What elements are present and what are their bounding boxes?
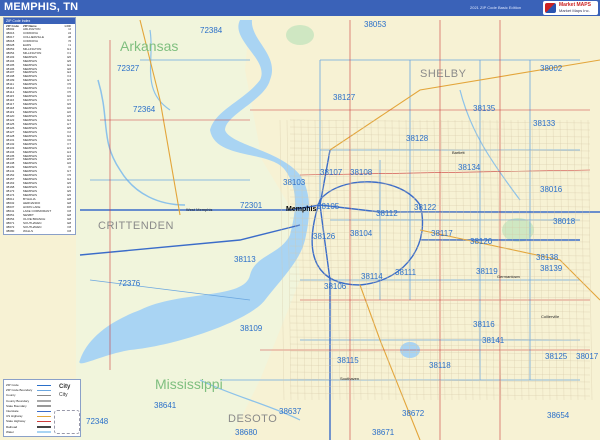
legend-item: Railroad — [6, 424, 18, 429]
zip-label: 38111 — [395, 268, 417, 277]
zip-label: 38120 — [470, 237, 493, 246]
county-label: DESOTO — [228, 413, 278, 425]
state-label: Arkansas — [120, 38, 179, 54]
zip-label: 38128 — [406, 134, 429, 143]
legend-swatch — [37, 400, 51, 402]
zip-index-panel: ZIP Code Index ZIP Code ZIP Name LOC 380… — [3, 17, 76, 235]
park — [502, 218, 534, 242]
zip-label: 38108 — [350, 168, 373, 177]
zip-label: 38126 — [313, 232, 336, 241]
index-rows: 38002 ARLINGTON I2 38016 CORDOVA J4 38017 COLLI… — [4, 27, 75, 235]
legend-swatch — [37, 415, 51, 418]
zip-label: 38134 — [458, 163, 481, 172]
zip-label: 38135 — [473, 104, 496, 113]
legend-swatch — [37, 426, 51, 428]
zip-label: 38017 — [576, 352, 599, 361]
zip-label: 38139 — [540, 264, 563, 273]
zip-label: 38109 — [240, 324, 263, 333]
legend-item: Interstate — [6, 409, 19, 413]
zip-label: 72348 — [86, 417, 109, 426]
title-bar: MEMPHIS, TN 2021 ZIP Code Basic Edition … — [0, 0, 600, 16]
legend-item: Water — [6, 429, 14, 434]
zip-label: 38116 — [473, 320, 495, 329]
compass-icon — [54, 410, 80, 434]
zip-label: 38115 — [337, 356, 359, 365]
zip-label: 38002 — [540, 64, 563, 73]
legend-swatch — [37, 405, 51, 407]
place-label: Bartlett — [452, 150, 465, 155]
zip-label: 38018 — [553, 217, 576, 226]
legend-city-label: City — [59, 384, 71, 390]
zip-label: 38106 — [324, 282, 347, 291]
legend-item: US Highway — [6, 414, 23, 419]
zip-label: 38112 — [376, 209, 398, 218]
map-frame: MEMPHIS, TN 2021 ZIP Code Basic Edition … — [0, 0, 600, 440]
place-label: West Memphis — [186, 207, 213, 212]
legend-item: County — [6, 393, 16, 398]
zip-label: 38103 — [283, 178, 306, 187]
legend-swatch — [37, 384, 51, 386]
zip-label: 38671 — [372, 428, 395, 437]
legend-item: County Boundary — [6, 398, 30, 403]
zip-label: 38637 — [279, 407, 302, 416]
zip-label: 38125 — [545, 352, 568, 361]
zip-label: 38133 — [533, 119, 556, 128]
zip-label: 38127 — [333, 93, 356, 102]
index-zip: 72301 — [6, 232, 15, 235]
map-title: MEMPHIS, TN — [4, 1, 79, 13]
legend-item: State Boundary — [6, 403, 27, 408]
legend-item: ZIP Code Boundary — [6, 388, 33, 393]
zip-label: 38122 — [414, 203, 437, 212]
zip-label: 38654 — [547, 411, 570, 420]
legend-swatch — [37, 389, 51, 392]
place-label: Southaven — [340, 376, 360, 381]
legend-item: ZIP Code — [6, 383, 19, 387]
zip-label: 38641 — [154, 401, 177, 410]
index-loc: C5 — [67, 232, 71, 235]
logo-subtext: Market Maps Inc. — [559, 8, 590, 13]
state-label: Mississippi — [155, 376, 223, 392]
zip-label: 72327 — [117, 64, 140, 73]
zip-label: 72364 — [133, 105, 156, 114]
edition-label: 2021 ZIP Code Basic Edition — [470, 5, 522, 10]
zip-label: 38104 — [350, 229, 373, 238]
zip-label: 38105 — [317, 202, 340, 211]
zip-label: 38138 — [536, 253, 559, 262]
place-label: Germantown — [497, 274, 520, 279]
zip-label: 38118 — [429, 361, 451, 370]
map-canvas — [0, 16, 600, 440]
logo-icon — [545, 3, 556, 13]
zip-label: 38119 — [476, 267, 498, 276]
legend-city-label-small: City — [59, 392, 68, 398]
zip-label: 38141 — [482, 336, 505, 345]
legend-swatch — [37, 410, 51, 412]
zip-label: 38114 — [361, 272, 383, 281]
legend-swatch — [37, 431, 51, 433]
publisher-logo: Market MAPS Market Maps Inc. — [543, 1, 598, 15]
zip-label: 38117 — [431, 229, 453, 238]
legend-item: State Highway — [6, 419, 26, 424]
zip-label: 38680 — [235, 428, 258, 437]
zip-label: 72384 — [200, 26, 223, 35]
county-label: CRITTENDEN — [98, 220, 174, 232]
county-label: SHELBY — [420, 68, 467, 80]
zip-label: 38672 — [402, 409, 425, 418]
map-legend: ZIP Code ZIP Code Boundary County County Bo… — [3, 379, 81, 437]
zip-label: 38016 — [540, 185, 563, 194]
park — [286, 25, 314, 45]
zip-label: 38053 — [364, 20, 387, 29]
zip-label: 72376 — [118, 279, 141, 288]
legend-swatch — [37, 394, 51, 397]
city-label: Memphis — [286, 206, 317, 213]
zip-label: 38107 — [320, 168, 343, 177]
zip-label: 72301 — [240, 201, 263, 210]
legend-swatch — [37, 420, 51, 423]
place-label: Collierville — [541, 314, 560, 319]
zip-label: 38113 — [234, 255, 256, 264]
index-row: 72301 WEST MEMPHIS C5 — [4, 232, 75, 235]
index-name: WEST MEMPHIS — [23, 234, 59, 235]
